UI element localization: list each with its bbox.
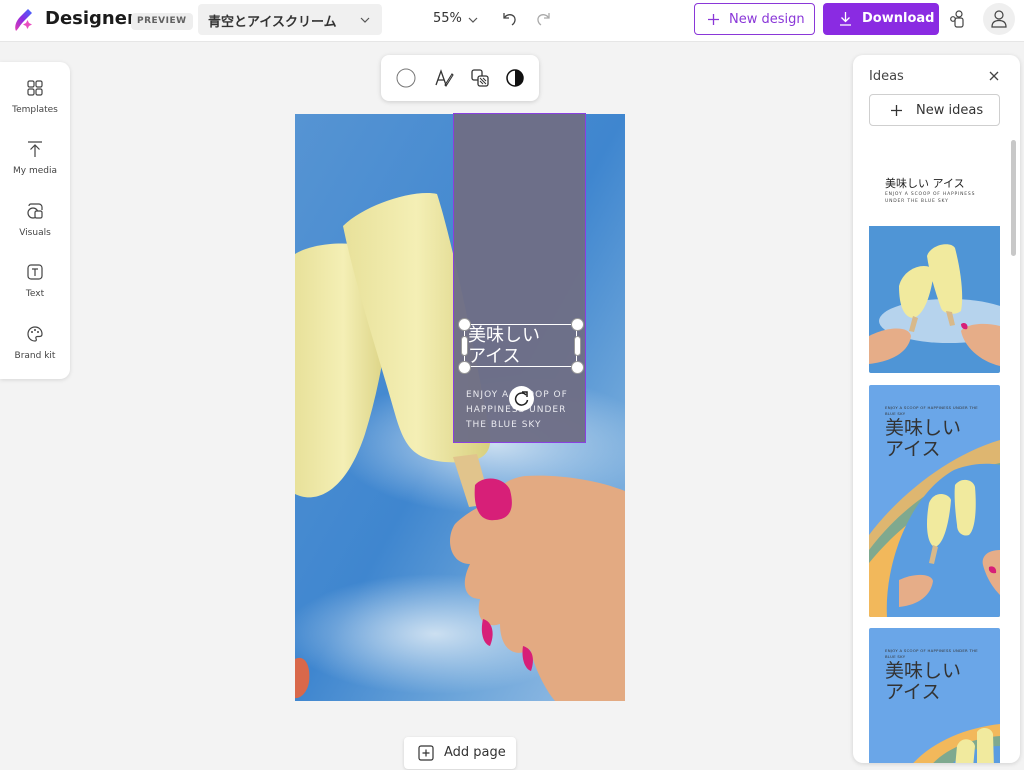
- upload-icon: [28, 141, 42, 157]
- sidebar-item-label: Brand kit: [14, 351, 56, 361]
- ideas-scrollbar[interactable]: [1011, 140, 1016, 256]
- sidebar-item-visuals[interactable]: Visuals: [0, 202, 70, 258]
- sidebar-item-label: My media: [13, 166, 57, 176]
- text-effects-icon[interactable]: [434, 68, 454, 88]
- resize-handle-top-right[interactable]: [571, 318, 584, 331]
- arrange-icon[interactable]: [470, 68, 490, 88]
- download-button[interactable]: Download: [823, 3, 939, 35]
- palette-icon: [27, 326, 43, 342]
- undo-icon[interactable]: [500, 10, 518, 28]
- left-sidebar: Templates My media Visuals Text Brand ki…: [0, 62, 70, 379]
- new-design-button[interactable]: New design: [694, 3, 815, 35]
- idea-card-headline: 美味しい アイス: [885, 660, 962, 703]
- plus-icon: [708, 14, 719, 25]
- resize-handle-top-left[interactable]: [458, 318, 471, 331]
- idea-card-1[interactable]: 美味しい アイス ENJOY A SCOOP OF HAPPINESS UNDE…: [869, 140, 1000, 373]
- idea-card-headline: 美味しい アイス: [885, 177, 965, 190]
- idea-card-tagline: ENJOY A SCOOP OF HAPPINESS UNDER THE BLU…: [885, 192, 976, 204]
- headline-text[interactable]: 美味しい アイス: [468, 325, 540, 367]
- download-label: Download: [862, 11, 935, 26]
- sidebar-item-label: Text: [25, 289, 45, 299]
- ideas-panel: Ideas New ideas 美味しい アイス ENJOY A SCOOP O…: [853, 55, 1020, 763]
- idea-card-tagline: ENJOY A SCOOP OF HAPPINESS UNDER THE BLU…: [885, 405, 978, 416]
- share-people-icon[interactable]: [948, 9, 968, 29]
- resize-handle-bottom-left[interactable]: [458, 361, 471, 374]
- new-ideas-button[interactable]: New ideas: [869, 94, 1000, 126]
- text-icon: [27, 264, 43, 280]
- idea-card-2[interactable]: ENJOY A SCOOP OF HAPPINESS UNDER THE BLU…: [869, 385, 1000, 617]
- preview-badge: PREVIEW: [131, 13, 193, 30]
- document-title: 青空とアイスクリーム: [208, 15, 337, 30]
- idea-card-tagline: ENJOY A SCOOP OF HAPPINESS UNDER THE BLU…: [885, 648, 978, 659]
- designer-logo-icon[interactable]: [10, 7, 36, 33]
- redo-icon[interactable]: [535, 10, 553, 28]
- rotate-handle[interactable]: [509, 386, 534, 411]
- visuals-icon: [27, 203, 43, 219]
- sidebar-item-templates[interactable]: Templates: [0, 79, 70, 135]
- top-bar: Designer PREVIEW 青空とアイスクリーム 55% New desi…: [0, 0, 1024, 42]
- resize-handle-left[interactable]: [461, 336, 468, 356]
- close-icon[interactable]: [987, 69, 1001, 83]
- contrast-icon[interactable]: [505, 68, 525, 88]
- sidebar-item-label: Visuals: [19, 228, 51, 238]
- zoom-level[interactable]: 55%: [433, 11, 462, 26]
- person-icon: [991, 10, 1007, 28]
- user-avatar[interactable]: [983, 3, 1015, 35]
- zoom-chevron-down-icon[interactable]: [467, 14, 479, 26]
- fill-color-icon[interactable]: [396, 68, 416, 88]
- new-ideas-label: New ideas: [916, 103, 984, 118]
- element-toolbar: [381, 55, 539, 101]
- sidebar-item-text[interactable]: Text: [0, 263, 70, 319]
- app-name: Designer: [45, 8, 136, 29]
- idea-card-photo: [869, 226, 1000, 373]
- idea-card-headline: 美味しい アイス: [885, 417, 962, 460]
- add-page-button[interactable]: Add page: [404, 737, 516, 769]
- document-title-dropdown[interactable]: 青空とアイスクリーム: [198, 4, 382, 35]
- download-icon: [840, 12, 851, 26]
- sidebar-item-brand-kit[interactable]: Brand kit: [0, 325, 70, 381]
- resize-handle-bottom-right[interactable]: [571, 361, 584, 374]
- rotate-icon: [514, 391, 529, 406]
- chevron-down-icon: [360, 17, 370, 23]
- plus-icon: [891, 105, 902, 116]
- templates-icon: [27, 80, 43, 96]
- add-page-label: Add page: [444, 745, 506, 760]
- add-page-icon: [418, 745, 434, 761]
- sidebar-item-label: Templates: [12, 105, 58, 115]
- sidebar-item-my-media[interactable]: My media: [0, 140, 70, 196]
- ideas-title: Ideas: [869, 69, 904, 84]
- idea-card-3[interactable]: ENJOY A SCOOP OF HAPPINESS UNDER THE BLU…: [869, 628, 1000, 763]
- resize-handle-right[interactable]: [574, 336, 581, 356]
- new-design-label: New design: [729, 12, 805, 27]
